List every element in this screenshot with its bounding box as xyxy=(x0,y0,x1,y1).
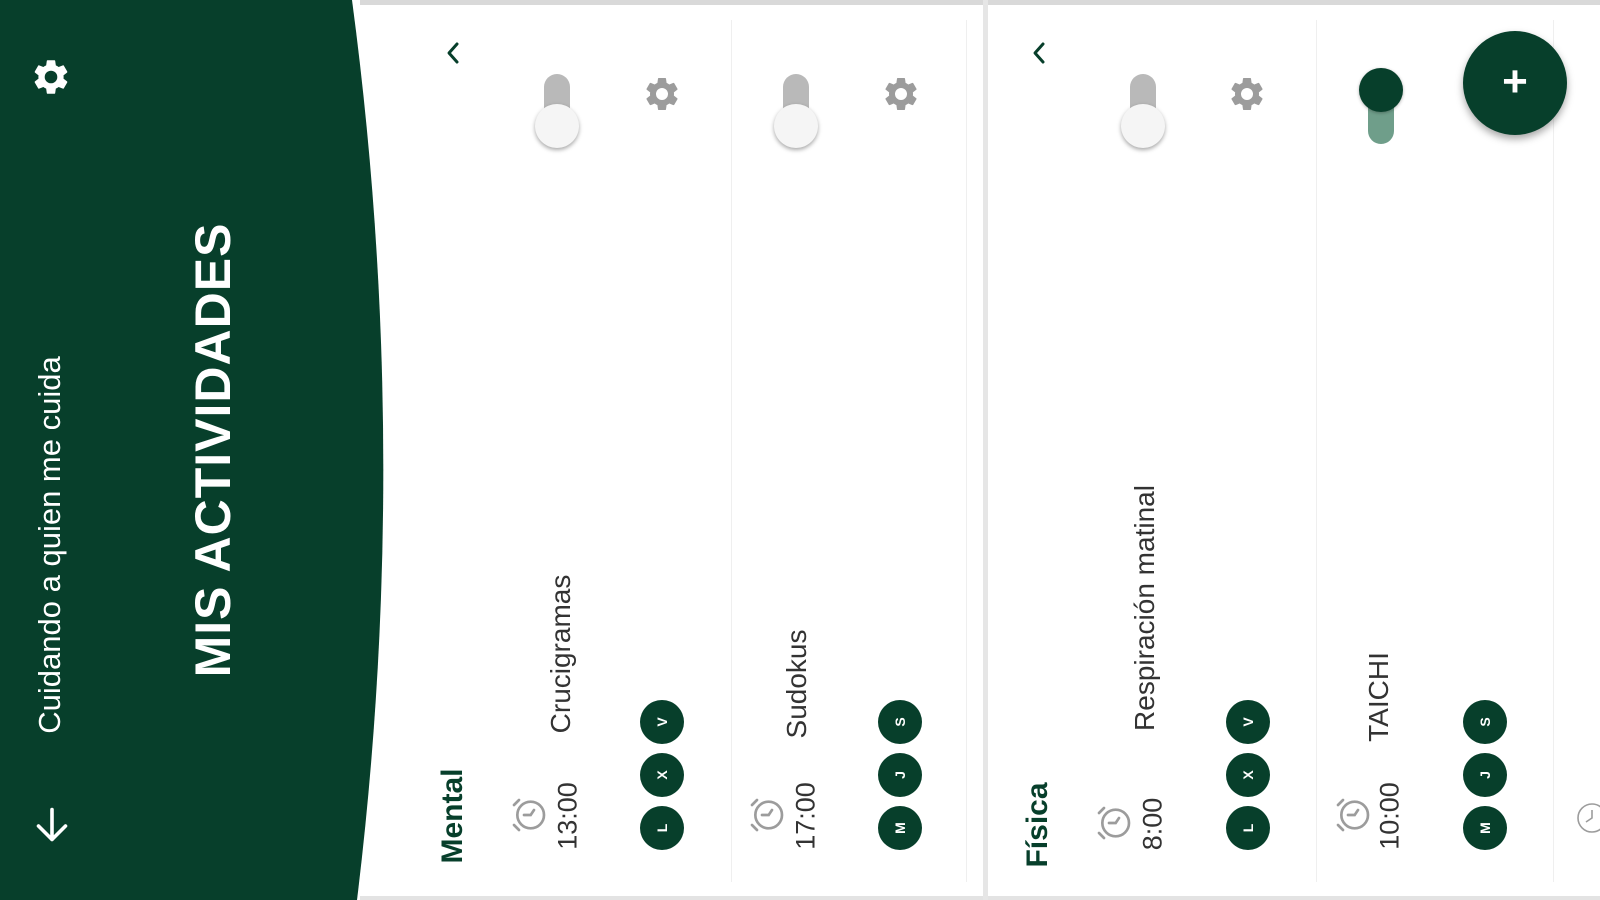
day-chip-label: J xyxy=(892,771,908,779)
day-chip-label: M xyxy=(892,822,908,834)
activity-toggle[interactable] xyxy=(1121,74,1165,148)
alarm-clock-icon xyxy=(1097,806,1131,840)
card-divider xyxy=(1316,20,1317,882)
day-chip-label: L xyxy=(1240,823,1256,833)
activity-time: 10:00 xyxy=(1374,782,1405,850)
day-chip[interactable]: S xyxy=(1463,700,1507,744)
day-chip-label: S xyxy=(1477,717,1493,727)
activity-name: Sudokus xyxy=(781,629,812,739)
section-label: Mental xyxy=(436,768,469,864)
activity-time: 8:00 xyxy=(1137,797,1168,851)
day-chip[interactable]: L xyxy=(1226,806,1270,850)
arrow-down-icon[interactable] xyxy=(34,806,70,846)
app-screen: MIS ACTIVIDADES Cuidando a quien me cuid… xyxy=(0,0,1600,900)
activity-time: 13:00 xyxy=(552,782,583,850)
alarm-clock-icon xyxy=(1336,798,1370,832)
day-chip-label: V xyxy=(654,717,670,727)
day-chip-label: M xyxy=(1477,822,1493,834)
day-chip[interactable]: J xyxy=(1463,753,1507,797)
activity-settings-gear-icon[interactable] xyxy=(642,74,682,114)
top-divider xyxy=(360,0,1600,5)
activity-time: 17:00 xyxy=(790,782,821,850)
activity-toggle[interactable] xyxy=(535,74,579,148)
day-chip-label: X xyxy=(654,770,670,780)
alarm-clock-icon xyxy=(750,798,784,832)
card-divider xyxy=(1553,20,1554,882)
card-divider xyxy=(731,20,732,882)
chevron-left-icon[interactable] xyxy=(1027,38,1051,68)
day-chip[interactable]: X xyxy=(640,753,684,797)
card-divider xyxy=(966,20,967,882)
alarm-clock-icon xyxy=(1577,803,1600,833)
day-chip[interactable]: V xyxy=(640,700,684,744)
bottom-divider xyxy=(360,896,1600,900)
page-subtitle: Cuidando a quien me cuida xyxy=(32,356,67,734)
day-chip-label: S xyxy=(892,717,908,727)
section-divider xyxy=(983,0,988,900)
day-chip[interactable]: V xyxy=(1226,700,1270,744)
day-chip-label: L xyxy=(654,823,670,833)
activity-toggle[interactable] xyxy=(1359,68,1403,148)
activity-settings-gear-icon[interactable] xyxy=(881,74,921,114)
plus-icon: + xyxy=(1502,57,1528,107)
day-chip[interactable]: L xyxy=(640,806,684,850)
section-label: Física xyxy=(1021,782,1054,868)
activity-name: TAICHI xyxy=(1363,652,1394,742)
day-chip-label: X xyxy=(1240,770,1256,780)
add-activity-button[interactable]: + xyxy=(1463,31,1567,135)
activity-settings-gear-icon[interactable] xyxy=(1227,74,1267,114)
day-chip[interactable]: M xyxy=(878,806,922,850)
activity-name: Respiración matinal xyxy=(1129,485,1160,731)
alarm-clock-icon xyxy=(512,798,546,832)
day-chip-label: J xyxy=(1477,771,1493,779)
settings-gear-icon[interactable] xyxy=(30,56,72,98)
day-chip[interactable]: X xyxy=(1226,753,1270,797)
day-chip-label: V xyxy=(1240,717,1256,727)
day-chip[interactable]: J xyxy=(878,753,922,797)
day-chip[interactable]: S xyxy=(878,700,922,744)
day-chip[interactable]: M xyxy=(1463,806,1507,850)
activity-toggle[interactable] xyxy=(774,74,818,148)
activity-name: Crucigramas xyxy=(545,574,576,734)
chevron-left-icon[interactable] xyxy=(441,38,465,68)
page-title: MIS ACTIVIDADES xyxy=(185,222,241,678)
